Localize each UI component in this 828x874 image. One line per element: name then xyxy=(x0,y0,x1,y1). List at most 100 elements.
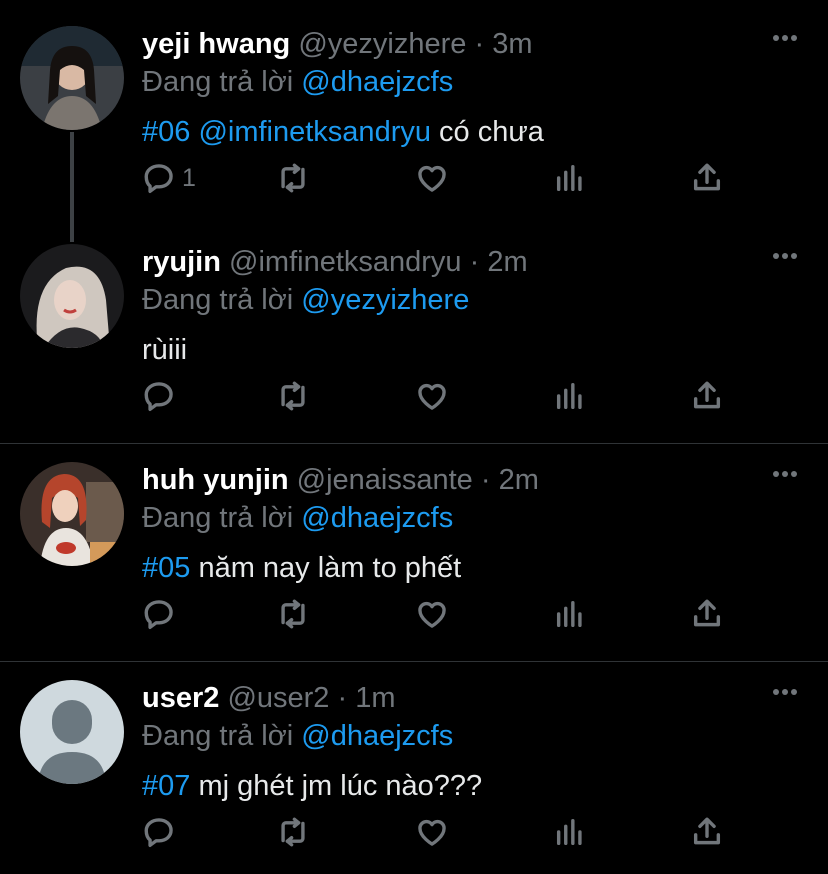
retweet-button[interactable] xyxy=(276,376,310,416)
separator-dot: · xyxy=(337,682,348,714)
reply-prefix: Đang trả lời xyxy=(142,284,294,316)
retweet-icon xyxy=(281,817,305,847)
like-button[interactable] xyxy=(415,376,449,416)
like-button[interactable] xyxy=(415,812,449,852)
default-avatar-icon xyxy=(20,680,124,784)
divider xyxy=(0,661,828,662)
tweet-text: #07 mj ghét jm lúc nào??? xyxy=(142,768,482,804)
display-name[interactable]: yeji hwang xyxy=(142,28,290,60)
reply-button[interactable] xyxy=(142,594,176,634)
avatar[interactable] xyxy=(20,244,124,348)
analytics-button[interactable] xyxy=(553,812,587,852)
tweet-header: ryujin @imfinetksandryu · 2m xyxy=(142,244,528,280)
more-icon[interactable] xyxy=(772,34,798,42)
tweet-2[interactable]: ryujin @imfinetksandryu · 2m Đang trả lờ… xyxy=(0,244,828,434)
share-button[interactable] xyxy=(690,594,724,634)
tweet-body: rùiii xyxy=(142,334,188,366)
display-name[interactable]: huh yunjin xyxy=(142,464,289,496)
reply-button[interactable]: 1 xyxy=(142,158,196,198)
reply-to-mention[interactable]: @yezyizhere xyxy=(301,284,469,316)
tweet-text: #05 năm nay làm to phết xyxy=(142,550,461,586)
tweet-body: có chưa xyxy=(430,116,544,148)
reply-prefix: Đang trả lời xyxy=(142,720,294,752)
reply-icon xyxy=(144,164,173,194)
avatar[interactable] xyxy=(20,26,124,130)
tweet-body: năm nay làm to phết xyxy=(190,552,462,584)
retweet-button[interactable] xyxy=(276,594,310,634)
timestamp[interactable]: 3m xyxy=(492,28,532,60)
share-button[interactable] xyxy=(690,158,724,198)
like-button[interactable] xyxy=(415,594,449,634)
tweet-header: yeji hwang @yezyizhere · 3m xyxy=(142,26,532,62)
reply-prefix: Đang trả lời xyxy=(142,66,294,98)
analytics-icon xyxy=(556,600,582,628)
analytics-button[interactable] xyxy=(553,376,587,416)
hashtag[interactable]: #07 xyxy=(142,770,190,802)
user-handle[interactable]: @yezyizhere xyxy=(298,28,466,60)
retweet-button[interactable] xyxy=(276,812,310,852)
tweet-actions xyxy=(142,594,742,634)
tweet-actions xyxy=(142,812,742,852)
analytics-icon xyxy=(556,164,582,192)
tweet-header: user2 @user2 · 1m xyxy=(142,680,396,716)
hashtag[interactable]: #06 xyxy=(142,116,190,148)
replying-to: Đang trả lời @dhaejzcfs xyxy=(142,500,453,536)
tweet-body: mj ghét jm lúc nào??? xyxy=(190,770,483,802)
reply-prefix: Đang trả lời xyxy=(142,502,294,534)
tweet-header: huh yunjin @jenaissante · 2m xyxy=(142,462,539,498)
share-icon xyxy=(693,163,721,191)
more-icon[interactable] xyxy=(772,688,798,696)
mention-link[interactable]: @imfinetksandryu xyxy=(198,116,431,148)
share-button[interactable] xyxy=(690,376,724,416)
analytics-icon xyxy=(556,382,582,410)
reply-button[interactable] xyxy=(142,812,176,852)
user-handle[interactable]: @user2 xyxy=(227,682,329,714)
like-button[interactable] xyxy=(415,158,449,198)
reply-icon xyxy=(144,600,173,630)
tweet-actions xyxy=(142,376,742,416)
tweet-1[interactable]: yeji hwang @yezyizhere · 3m Đang trả lời… xyxy=(0,26,828,216)
divider xyxy=(0,443,828,444)
avatar[interactable] xyxy=(20,462,124,566)
timestamp[interactable]: 1m xyxy=(355,682,395,714)
timestamp[interactable]: 2m xyxy=(499,464,539,496)
avatar[interactable] xyxy=(20,680,124,784)
analytics-button[interactable] xyxy=(553,594,587,634)
replying-to: Đang trả lời @yezyizhere xyxy=(142,282,469,318)
tweet-text: rùiii xyxy=(142,332,187,368)
reply-to-mention[interactable]: @dhaejzcfs xyxy=(301,720,453,752)
user-handle[interactable]: @imfinetksandryu xyxy=(229,246,462,278)
replying-to: Đang trả lời @dhaejzcfs xyxy=(142,64,453,100)
analytics-button[interactable] xyxy=(553,158,587,198)
like-icon xyxy=(418,383,446,410)
like-icon xyxy=(418,601,446,628)
reply-to-mention[interactable]: @dhaejzcfs xyxy=(301,502,453,534)
tweet-actions: 1 xyxy=(142,158,742,198)
separator-dot: · xyxy=(474,28,485,60)
reply-to-mention[interactable]: @dhaejzcfs xyxy=(301,66,453,98)
like-icon xyxy=(418,819,446,846)
analytics-icon xyxy=(556,818,582,846)
share-icon xyxy=(693,817,721,845)
separator-dot: · xyxy=(480,464,491,496)
retweet-icon xyxy=(281,381,305,411)
separator-dot: · xyxy=(469,246,480,278)
reply-icon xyxy=(144,818,173,848)
user-handle[interactable]: @jenaissante xyxy=(297,464,473,496)
tweet-text: #06 @imfinetksandryu có chưa xyxy=(142,114,544,150)
retweet-button[interactable] xyxy=(276,158,310,198)
display-name[interactable]: user2 xyxy=(142,682,219,714)
tweet-4[interactable]: user2 @user2 · 1m Đang trả lời @dhaejzcf… xyxy=(0,680,828,870)
share-button[interactable] xyxy=(690,812,724,852)
retweet-icon xyxy=(281,163,305,193)
reply-icon xyxy=(144,382,173,412)
more-icon[interactable] xyxy=(772,252,798,260)
timestamp[interactable]: 2m xyxy=(487,246,527,278)
reply-button[interactable] xyxy=(142,376,176,416)
display-name[interactable]: ryujin xyxy=(142,246,221,278)
more-icon[interactable] xyxy=(772,470,798,478)
tweet-3[interactable]: huh yunjin @jenaissante · 2m Đang trả lờ… xyxy=(0,462,828,652)
reply-count: 1 xyxy=(182,163,196,192)
share-icon xyxy=(693,381,721,409)
hashtag[interactable]: #05 xyxy=(142,552,190,584)
